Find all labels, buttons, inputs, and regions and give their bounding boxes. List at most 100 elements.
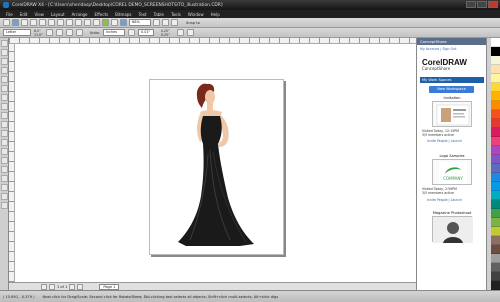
polygon-tool-icon[interactable] [0, 112, 8, 119]
palette-swatch[interactable] [491, 227, 500, 236]
menu-help[interactable]: Help [211, 12, 220, 17]
palette-swatch[interactable] [491, 191, 500, 200]
workspace-actions[interactable]: Invite People | Launch [427, 198, 462, 202]
palette-swatch[interactable] [491, 65, 500, 74]
palette-swatch[interactable] [491, 74, 500, 83]
rectangle-tool-icon[interactable] [0, 94, 8, 101]
treat-as-filled-icon[interactable] [176, 29, 184, 36]
nudge-distance-field[interactable]: 0.01" [137, 29, 154, 36]
document-page[interactable] [149, 79, 284, 255]
zoom-tool-icon[interactable] [0, 67, 8, 74]
workspace-name[interactable]: Logo Samples [420, 154, 484, 158]
copy-icon[interactable] [48, 19, 55, 26]
portrait-icon[interactable] [45, 29, 53, 36]
full-screen-icon[interactable] [153, 19, 160, 26]
menu-effects[interactable]: Effects [95, 12, 109, 17]
page-height-field[interactable]: 11.0" [34, 33, 43, 37]
freehand-tool-icon[interactable] [0, 76, 8, 83]
palette-swatch[interactable] [491, 92, 500, 101]
cut-icon[interactable] [39, 19, 46, 26]
palette-swatch[interactable] [491, 272, 500, 281]
last-page-icon[interactable] [77, 283, 84, 290]
open-icon[interactable] [12, 19, 19, 26]
palette-swatch[interactable] [491, 128, 500, 137]
palette-swatch[interactable] [491, 236, 500, 245]
options-icon[interactable] [186, 29, 194, 36]
workspace-thumbnail[interactable] [432, 101, 472, 127]
workspace-thumbnail[interactable]: COMPANY [432, 159, 472, 185]
ellipse-tool-icon[interactable] [0, 103, 8, 110]
welcome-screen-icon[interactable] [111, 19, 118, 26]
maximize-button[interactable] [477, 1, 487, 8]
workspace-actions[interactable]: Invite People | Launch [427, 139, 462, 143]
palette-swatch[interactable] [491, 245, 500, 254]
close-button[interactable] [488, 1, 498, 8]
palette-swatch[interactable] [491, 155, 500, 164]
zoom-level-select[interactable]: 68% [129, 19, 151, 26]
crop-tool-icon[interactable] [0, 58, 8, 65]
menu-window[interactable]: Window [188, 12, 204, 17]
menu-bitmaps[interactable]: Bitmaps [115, 12, 131, 17]
color-palette[interactable] [491, 38, 500, 290]
shape-tool-icon[interactable] [0, 49, 8, 56]
landscape-icon[interactable] [55, 29, 63, 36]
show-rulers-icon[interactable] [162, 19, 169, 26]
snap-to-dropdown[interactable]: Snap to [186, 21, 200, 25]
menu-text[interactable]: Text [139, 12, 147, 17]
duplicate-y-field[interactable]: 0.25" [161, 33, 170, 37]
palette-swatch[interactable] [491, 281, 500, 290]
units-select[interactable]: inches [102, 29, 125, 36]
workspace-name[interactable]: Invitation [420, 96, 484, 100]
table-tool-icon[interactable] [0, 139, 8, 146]
connector-tool-icon[interactable] [0, 157, 8, 164]
palette-swatch[interactable] [491, 38, 500, 47]
text-tool-icon[interactable] [0, 130, 8, 137]
palette-swatch[interactable] [491, 137, 500, 146]
fill-tool-icon[interactable] [0, 193, 8, 200]
menu-tools[interactable]: Tools [171, 12, 181, 17]
import-icon[interactable] [84, 19, 91, 26]
palette-swatch[interactable] [491, 209, 500, 218]
outline-tool-icon[interactable] [0, 184, 8, 191]
show-grid-icon[interactable] [171, 19, 178, 26]
application-launcher-icon[interactable] [102, 19, 109, 26]
palette-swatch[interactable] [491, 254, 500, 263]
woman-in-black-gown-illustration[interactable] [150, 80, 285, 256]
current-page-icon[interactable] [75, 29, 83, 36]
first-page-icon[interactable] [41, 283, 47, 290]
palette-swatch[interactable] [491, 119, 500, 128]
workspace-name[interactable]: Magazine Photoshoot [420, 211, 484, 215]
menu-edit[interactable]: Edit [20, 12, 28, 17]
new-workspace-button[interactable]: New Workspace [429, 86, 474, 93]
previous-page-icon[interactable] [49, 283, 55, 290]
save-icon[interactable] [21, 19, 28, 26]
eyedropper-tool-icon[interactable] [0, 175, 8, 182]
pick-tool-icon[interactable] [0, 40, 8, 47]
account-links[interactable]: My Account | Sign Out [420, 47, 457, 51]
page-size-select[interactable]: Letter [3, 29, 31, 36]
export-icon[interactable] [93, 19, 100, 26]
palette-swatch[interactable] [491, 101, 500, 110]
menu-arrange[interactable]: Arrange [72, 12, 88, 17]
palette-swatch[interactable] [491, 56, 500, 65]
corel-online-icon[interactable] [120, 19, 127, 26]
menu-file[interactable]: File [6, 12, 13, 17]
smart-fill-tool-icon[interactable] [0, 85, 8, 92]
menu-table[interactable]: Table [154, 12, 164, 17]
palette-swatch[interactable] [491, 146, 500, 155]
all-pages-icon[interactable] [65, 29, 73, 36]
palette-swatch[interactable] [491, 164, 500, 173]
menu-view[interactable]: View [34, 12, 44, 17]
print-icon[interactable] [30, 19, 37, 26]
palette-swatch[interactable] [491, 218, 500, 227]
page-tab[interactable]: Page 1 [99, 283, 120, 290]
palette-swatch[interactable] [491, 47, 500, 56]
palette-swatch[interactable] [491, 182, 500, 191]
menu-layout[interactable]: Layout [51, 12, 65, 17]
palette-swatch[interactable] [491, 173, 500, 182]
interactive-fill-tool-icon[interactable] [0, 202, 8, 209]
undo-icon[interactable] [66, 19, 73, 26]
blend-tool-icon[interactable] [0, 166, 8, 173]
palette-swatch[interactable] [491, 263, 500, 272]
next-page-icon[interactable] [69, 283, 76, 290]
